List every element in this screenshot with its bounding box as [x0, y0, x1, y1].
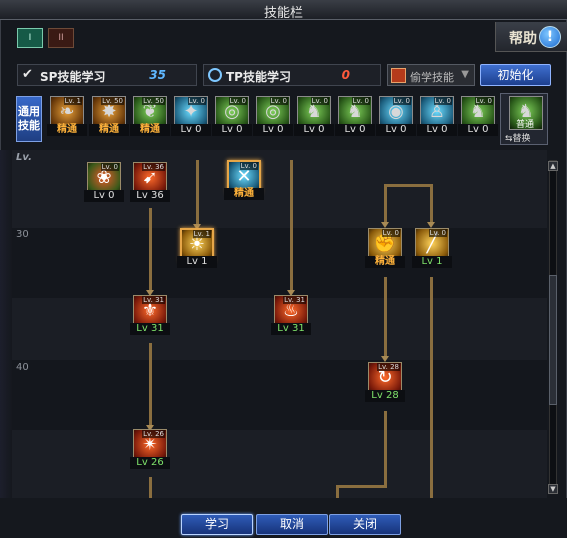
- cancel-button[interactable]: 取消: [256, 514, 328, 535]
- tree-connector: [430, 277, 433, 498]
- general-skill-icon-caption: 精通: [130, 124, 170, 136]
- tree-skill-icon-caption: Lv 36: [130, 190, 170, 202]
- general-skill-icon-caption: Lv 0: [294, 124, 334, 136]
- close-button[interactable]: 关闭: [329, 514, 401, 535]
- general-skill-icon-caption: Lv 0: [253, 124, 293, 136]
- swap-icon-caption: 普通: [516, 120, 535, 130]
- chevron-down-icon: ▼: [461, 69, 469, 80]
- tree-connector: [196, 160, 199, 226]
- general-skill-icon-level-tag: Lv. 50: [142, 97, 165, 105]
- general-skill-icon-caption: Lv 0: [171, 124, 211, 136]
- tree-skill-icon-level-tag: Lv. 1: [192, 230, 211, 238]
- tree-band: [12, 360, 547, 430]
- tree-skill-icon-caption: Lv 28: [365, 390, 405, 402]
- general-skill-icon-caption: 精通: [47, 124, 87, 136]
- tree-connector: [149, 208, 152, 292]
- general-skill-icon-level-tag: Lv. 0: [187, 97, 206, 105]
- tree-skill-icon-level-tag: Lv. 26: [142, 430, 165, 438]
- tree-skill-icon-level-tag: Lv. 31: [142, 296, 165, 304]
- tree-connector: [384, 184, 387, 224]
- tree-skill-icon-level-tag: Lv. 0: [428, 229, 447, 237]
- tree-skill-icon-caption: Lv 26: [130, 457, 170, 469]
- level-header: Lv.: [16, 152, 32, 163]
- general-skills-label: 通用技能: [16, 96, 42, 142]
- tree-skill-icon-caption: Lv 1: [412, 256, 452, 268]
- steal-skill-dropdown[interactable]: 偷学技能 ▼: [387, 64, 475, 86]
- tree-skill-icon-level-tag: Lv. 0: [381, 229, 400, 237]
- title-bar[interactable]: 技能栏: [0, 0, 567, 21]
- general-skill-icon-caption: Lv 0: [376, 124, 416, 136]
- tab-page-1-label: I: [28, 33, 32, 43]
- general-skill-icon-level-tag: Lv. 1: [63, 97, 82, 105]
- general-skill-icon-level-tag: Lv. 0: [228, 97, 247, 105]
- tree-skill-icon-caption: Lv 1: [177, 256, 217, 268]
- tree-connector: [149, 477, 152, 498]
- tree-skill-icon-level-tag: Lv. 28: [377, 363, 400, 371]
- window-title: 技能栏: [263, 6, 303, 21]
- left-edge: [0, 150, 12, 498]
- tree-connector: [384, 411, 387, 487]
- tree-skill-icon-caption: Lv 31: [130, 323, 170, 335]
- tp-label: TP技能学习: [226, 70, 291, 84]
- general-skill-icon-caption: Lv 0: [458, 124, 498, 136]
- row-label-30: 30: [16, 229, 29, 240]
- tree-skill-icon-level-tag: Lv. 36: [142, 163, 165, 171]
- swap-skill-icon[interactable]: ♞ 普通: [509, 96, 543, 130]
- help-icon[interactable]: !: [539, 26, 561, 48]
- tree-skill-icon-level-tag: Lv. 0: [239, 162, 258, 170]
- tree-connector: [290, 160, 293, 292]
- general-skill-icon-level-tag: Lv. 0: [433, 97, 452, 105]
- tree-connector: [384, 277, 387, 358]
- sp-label: SP技能学习: [40, 70, 106, 84]
- tree-connector: [336, 485, 387, 488]
- tree-skill-icon-level-tag: Lv. 31: [283, 296, 306, 304]
- general-skill-icon-caption: Lv 0: [417, 124, 457, 136]
- tp-value: 0: [341, 68, 350, 82]
- learn-button[interactable]: 学习: [181, 514, 253, 535]
- sp-value: 35: [149, 68, 166, 82]
- general-skill-icon-level-tag: Lv. 50: [101, 97, 124, 105]
- general-skill-icon-caption: 精通: [89, 124, 129, 136]
- tree-skill-icon-caption: Lv 0: [84, 190, 124, 202]
- steal-skill-icon: [391, 68, 406, 83]
- ring-icon: [208, 68, 222, 82]
- tab-page-2[interactable]: II: [48, 28, 74, 48]
- tree-connector: [149, 343, 152, 427]
- help-label[interactable]: 帮助: [509, 28, 537, 48]
- sp-learning-box: ✔ SP技能学习 35: [17, 64, 197, 86]
- tree-connector: [430, 184, 433, 224]
- steal-skill-label: 偷学技能: [410, 71, 454, 84]
- general-skill-icon-level-tag: Lv. 0: [474, 97, 493, 105]
- general-skill-icon-level-tag: Lv. 0: [310, 97, 329, 105]
- tab-page-2-label: II: [58, 33, 64, 43]
- tree-connector: [384, 184, 432, 187]
- tree-skill-icon-caption: 精通: [365, 256, 405, 268]
- scrollbar-thumb[interactable]: [549, 275, 557, 405]
- scroll-up-arrow-icon[interactable]: ▲: [548, 161, 558, 171]
- general-skill-icon-caption: Lv 0: [212, 124, 252, 136]
- scroll-down-arrow-icon[interactable]: ▼: [548, 484, 558, 494]
- general-skill-icon-caption: Lv 0: [335, 124, 375, 136]
- tree-band: [12, 430, 547, 498]
- tree-skill-icon-caption: 精通: [224, 188, 264, 200]
- tree-skill-icon-caption: Lv 31: [271, 323, 311, 335]
- checkmark-icon: ✔: [22, 67, 33, 82]
- row-label-40: 40: [16, 362, 29, 373]
- reset-button[interactable]: 初始化: [480, 64, 551, 86]
- general-skill-icon-level-tag: Lv. 0: [351, 97, 370, 105]
- general-skill-icon-level-tag: Lv. 0: [269, 97, 288, 105]
- tab-page-1[interactable]: I: [17, 28, 43, 48]
- general-skill-icon-level-tag: Lv. 0: [392, 97, 411, 105]
- tree-band: [12, 228, 547, 298]
- swap-label[interactable]: ⇆替换: [505, 131, 531, 144]
- tree-connector: [336, 485, 339, 498]
- tree-skill-icon-level-tag: Lv. 0: [100, 163, 119, 171]
- tp-learning-box: TP技能学习 0: [203, 64, 381, 86]
